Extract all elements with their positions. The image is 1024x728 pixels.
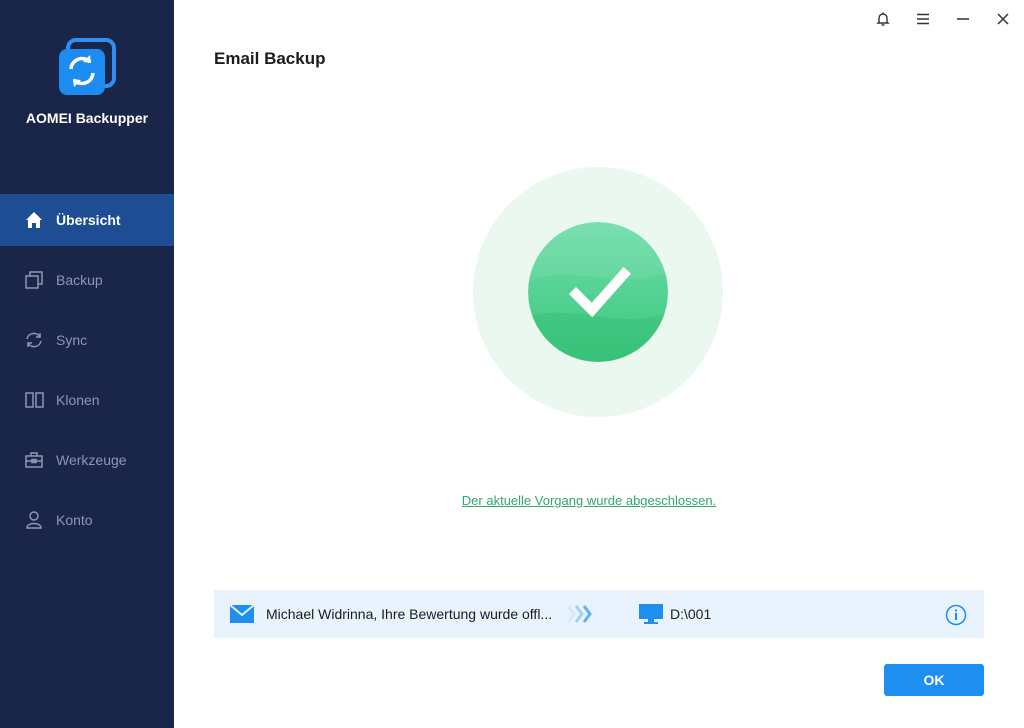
sidebar-item-backup[interactable]: Backup [0,254,174,306]
sidebar-item-konto[interactable]: Konto [0,494,174,546]
toolbox-icon [24,450,44,470]
bell-icon[interactable] [872,8,894,30]
sidebar-nav: Übersicht Backup Sync Klonen Werkzeuge K… [0,194,174,554]
page-title: Email Backup [214,49,326,68]
sidebar-item-label: Übersicht [56,212,121,228]
sidebar-item-label: Konto [56,512,93,528]
close-icon[interactable] [992,8,1014,30]
status-message-link[interactable]: Der aktuelle Vorgang wurde abgeschlossen… [214,493,964,508]
aomei-backupper-logo-icon [56,38,118,100]
mail-icon [229,604,255,628]
home-icon [24,210,44,230]
menu-icon[interactable] [912,8,934,30]
ok-button[interactable]: OK [884,664,984,696]
task-destination: D:\001 [670,606,712,622]
sidebar-item-label: Sync [56,332,88,348]
sidebar: AOMEI Backupper Übersicht Backup Sync Kl… [0,0,174,728]
minimize-icon[interactable] [952,8,974,30]
app-title: AOMEI Backupper [25,110,149,126]
sidebar-item-klonen[interactable]: Klonen [0,374,174,426]
computer-icon [639,604,663,629]
sidebar-item-sync[interactable]: Sync [0,314,174,366]
task-summary-bar: Michael Widrinna, Ihre Bewertung wurde o… [214,590,984,638]
sidebar-item-uebersicht[interactable]: Übersicht [0,194,174,246]
sidebar-item-label: Klonen [56,392,100,408]
sidebar-item-werkzeuge[interactable]: Werkzeuge [0,434,174,486]
sidebar-item-label: Backup [56,272,103,288]
arrow-right-icon [566,603,596,630]
sidebar-item-label: Werkzeuge [56,452,127,468]
task-source: Michael Widrinna, Ihre Bewertung wurde o… [266,606,553,622]
user-icon [24,510,44,530]
success-check-icon [528,222,668,362]
clone-icon [24,390,44,410]
backup-icon [24,270,44,290]
sync-icon [24,330,44,350]
info-icon[interactable] [945,604,967,631]
